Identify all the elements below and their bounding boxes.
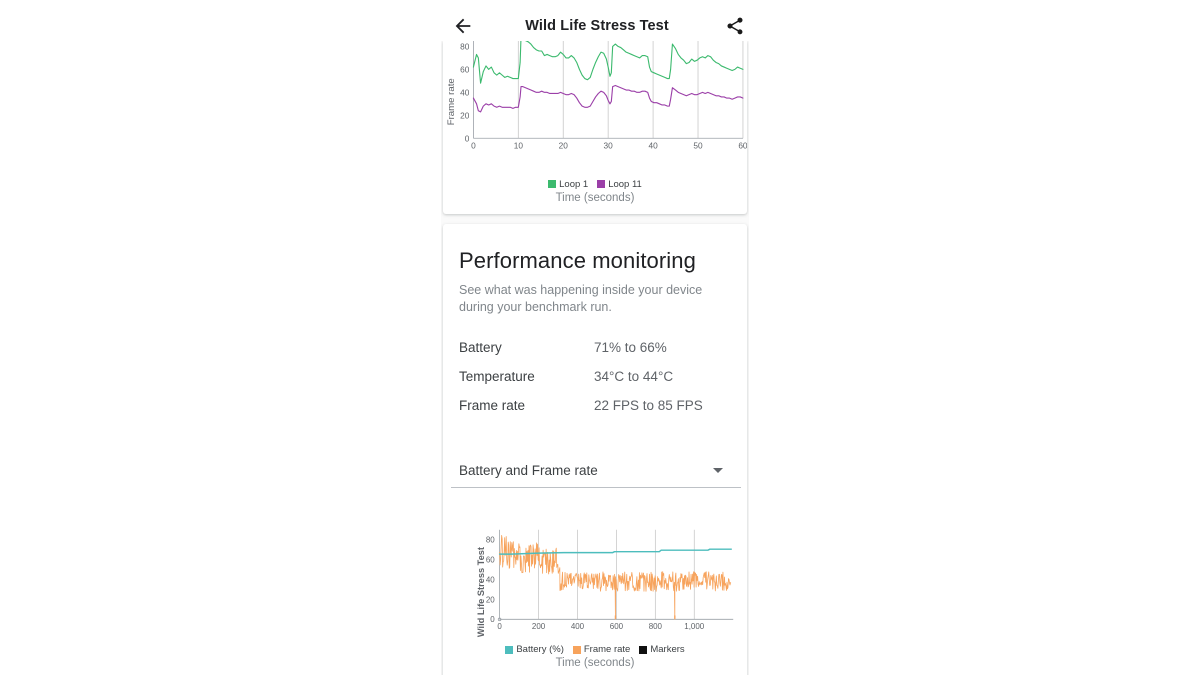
svg-text:20: 20 [486,595,495,604]
svg-text:30: 30 [604,140,614,150]
stat-row-temperature: Temperature 34°C to 44°C [459,369,731,384]
stat-value-temperature: 34°C to 44°C [594,368,674,384]
svg-text:0: 0 [497,622,502,631]
markers-swatch [639,645,648,654]
loop-1-swatch [548,180,557,189]
frame-rate-chart-card: 0 20 40 60 80 0 10 20 30 40 50 60 Frame rate Loop 1… [443,41,747,214]
frame-rate-loops-chart[interactable]: 0 20 40 60 80 0 10 20 30 40 50 60 Frame rate [443,41,747,178]
chart-metric-select[interactable]: Battery and Frame rate [451,457,741,488]
svg-text:1,000: 1,000 [684,622,705,631]
legend-item-markers[interactable]: Markers [639,644,685,656]
stat-value-battery: 71% to 66% [594,339,667,355]
svg-text:80: 80 [460,41,470,51]
back-button[interactable] [446,9,480,43]
chart-metric-select-value: Battery and Frame rate [459,462,598,478]
frame-rate-swatch [572,645,581,654]
svg-text:40: 40 [648,140,658,150]
performance-monitoring-subtitle: See what was happening inside your devic… [459,282,703,314]
frame-rate-y-axis-title: Frame rate [446,78,457,125]
svg-text:600: 600 [610,622,624,631]
scroll-content[interactable]: 0 20 40 60 80 0 10 20 30 40 50 60 Frame rate Loop 1… [441,41,749,675]
svg-text:400: 400 [571,622,585,631]
performance-stats-list: Battery 71% to 66% Temperature 34°C to 4… [459,340,731,413]
battery-framerate-plot: 0204060800 200 400 600 800 1,000 Wild Life St… [476,529,734,637]
svg-text:0: 0 [465,133,470,143]
stat-row-frame-rate: Frame rate 22 FPS to 85 FPS [459,398,731,413]
svg-text:60: 60 [738,140,747,150]
performance-monitoring-title: Performance monitoring [459,247,696,273]
arrow-left-icon [455,18,471,33]
performance-monitoring-card: Performance monitoring See what was happ… [443,223,747,675]
legend-item-loop-1[interactable]: Loop 1 [548,179,588,190]
svg-text:800: 800 [649,622,663,631]
chevron-down-icon [713,467,723,473]
stat-label-temperature: Temperature [459,368,535,384]
svg-text:0: 0 [471,140,476,150]
stat-value-frame-rate: 22 FPS to 85 FPS [594,397,703,413]
svg-text:50: 50 [693,140,703,150]
share-button[interactable] [718,9,752,43]
battery-framerate-x-axis-title: Time (seconds) [555,657,635,670]
svg-text:20: 20 [460,110,470,120]
legend-label-battery: Battery (%) [516,644,564,656]
battery-framerate-legend: Battery (%) Frame rate Markers [449,643,741,655]
svg-text:20: 20 [559,140,569,150]
page-title: Wild Life Stress Test [525,17,669,34]
stat-row-battery: Battery 71% to 66% [459,340,731,355]
svg-text:10: 10 [514,140,524,150]
svg-text:60: 60 [486,555,495,564]
stat-label-battery: Battery [459,339,502,355]
legend-label-frame-rate: Frame rate [583,644,631,656]
battery-framerate-y-axis-title: Wild Life Stress Test [476,547,486,637]
legend-item-loop-11[interactable]: Loop 11 [597,179,642,190]
share-icon [727,17,743,34]
svg-text:200: 200 [532,622,546,631]
legend-item-frame-rate[interactable]: Frame rate [572,644,631,656]
legend-label-markers: Markers [650,644,685,656]
legend-label-loop-11: Loop 11 [608,178,642,190]
svg-text:80: 80 [486,535,495,544]
svg-text:40: 40 [486,575,495,584]
app-screen: Wild Life Stress Test 0 20 40 60 80 0 10 20 30 40… [0,0,1200,675]
frame-rate-x-axis-title: Time (seconds) [555,191,635,204]
battery-swatch [505,645,514,654]
svg-text:40: 40 [460,87,470,97]
stat-label-frame-rate: Frame rate [459,397,526,413]
svg-text:0: 0 [490,615,495,624]
loop-11-swatch [597,180,606,189]
svg-text:60: 60 [460,64,470,74]
frame-rate-legend: Loop 1 Loop 11 [443,178,747,190]
frame-rate-loops-plot: 0 20 40 60 80 0 10 20 30 40 50 60 Frame rate [446,41,747,150]
legend-item-battery[interactable]: Battery (%) [505,644,564,655]
legend-label-loop-1: Loop 1 [559,178,589,190]
battery-framerate-chart[interactable]: 0 20 40 60 80 0 200 400 600 800 1,000 Wild Life St… [449,522,741,644]
